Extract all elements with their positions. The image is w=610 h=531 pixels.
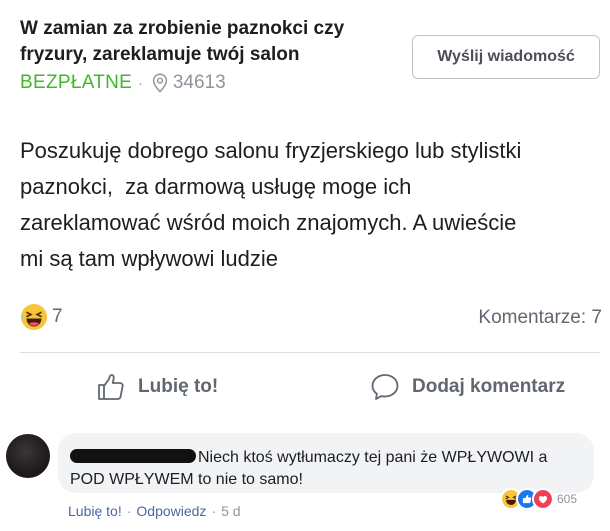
add-comment-label: Dodaj komentarz <box>412 376 566 397</box>
reaction-count: 7 <box>52 306 63 327</box>
listing-title: W zamian za zrobienie paznokci czy fryzu… <box>20 18 345 65</box>
comment-reactions[interactable]: 605 <box>500 486 577 512</box>
comments-count-link[interactable]: Komentarze: 7 <box>478 307 602 329</box>
comment-bubble: Niech ktoś wytłumaczy tej pani że WPŁYWO… <box>58 433 594 493</box>
haha-emoji-icon <box>21 304 47 330</box>
listing-meta: BEZPŁATNE · 34613 <box>20 72 400 94</box>
meta-separator: · <box>138 75 143 91</box>
comment-reaction-count: 605 <box>557 492 578 506</box>
comment-actions: Lubię to! · Odpowiedz · 5 d <box>68 503 241 519</box>
price-label: BEZPŁATNE <box>20 72 133 93</box>
comment-bubble-icon <box>371 374 399 400</box>
listing-header: W zamian za zrobienie paznokci czy fryzu… <box>20 16 400 94</box>
commenter-avatar[interactable] <box>6 434 50 478</box>
location-info: 34613 <box>149 72 226 94</box>
comment-text-1: Niech ktoś wytłumaczy tej pani że WPŁYWO… <box>198 449 548 466</box>
comment-separator: · <box>126 503 132 519</box>
comment-line-1: Niech ktoś wytłumaczy tej pani że WPŁYWO… <box>70 447 582 469</box>
location-text: 34613 <box>172 72 226 93</box>
post-text: Poszukuję dobrego salonu fryzjerskiego l… <box>20 138 522 271</box>
actions-divider <box>20 352 600 353</box>
redacted-author-name <box>70 449 196 463</box>
comment-item: Niech ktoś wytłumaczy tej pani że WPŁYWO… <box>0 430 610 531</box>
add-comment-button[interactable]: Dodaj komentarz <box>370 360 565 414</box>
reaction-summary[interactable]: 7 <box>20 303 63 331</box>
comment-separator: · <box>211 503 217 519</box>
love-icon <box>532 488 554 510</box>
location-pin-icon <box>152 73 167 93</box>
comment-timestamp: 5 d <box>221 503 241 519</box>
comment-reply-link[interactable]: Odpowiedz <box>136 503 206 519</box>
like-button[interactable]: Lubię to! <box>96 360 218 414</box>
post-actions: Lubię to! Dodaj komentarz <box>20 360 600 414</box>
comment-like-link[interactable]: Lubię to! <box>68 503 122 519</box>
thumbs-up-icon <box>98 374 124 400</box>
like-label: Lubię to! <box>138 376 219 397</box>
send-message-button[interactable]: Wyślij wiadomość <box>412 35 600 79</box>
post-stats: 7 Komentarze: 7 <box>20 303 602 333</box>
